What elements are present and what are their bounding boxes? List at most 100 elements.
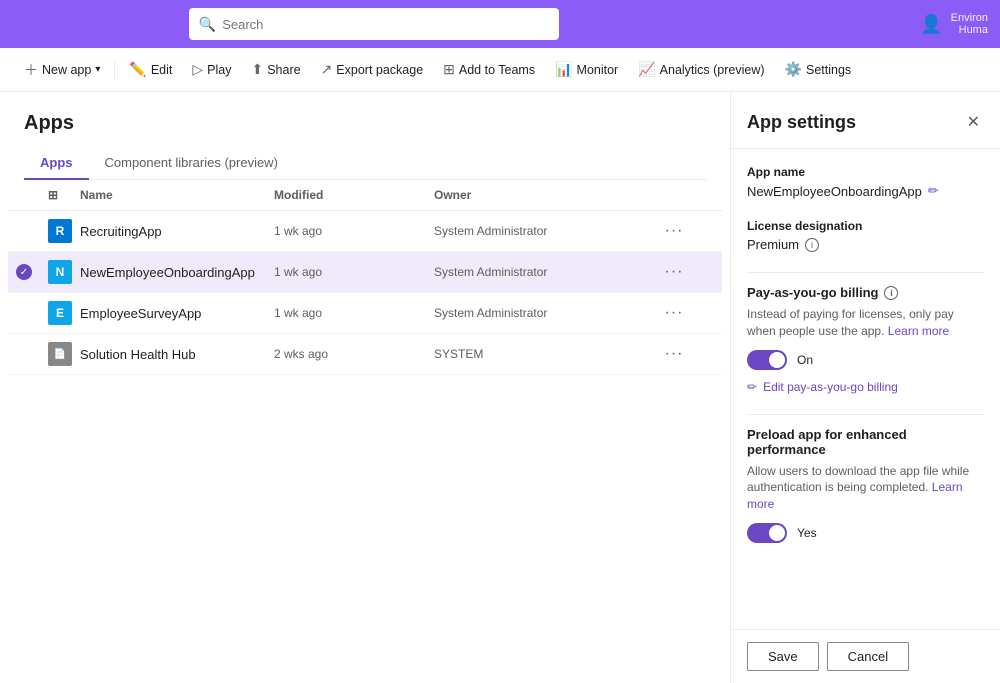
billing-toggle-row: On [747,350,984,370]
toolbar-divider-1 [114,60,115,80]
top-right-info: 👤 Environ Huma [920,12,988,36]
app-icon: 📄 [48,342,72,366]
app-owner: System Administrator [434,224,634,238]
edit-billing-row[interactable]: ✏ Edit pay-as-you-go billing [747,380,984,394]
monitor-button[interactable]: 📊 Monitor [547,57,626,82]
license-text: Premium [747,237,799,252]
edit-billing-icon: ✏ [747,380,757,394]
export-package-button[interactable]: ↗ Export package [313,57,432,82]
teams-icon: ⊞ [443,61,455,78]
col-icon: ⊞ [48,188,80,202]
col-owner: Owner [434,188,634,202]
preload-toggle-row: Yes [747,523,984,543]
search-input[interactable] [222,17,549,32]
new-app-button[interactable]: ＋ New app ▾ [16,56,108,84]
edit-button[interactable]: ✏️ Edit [121,57,180,82]
license-label: License designation [747,219,984,233]
settings-title: App settings [747,112,856,133]
billing-info-icon[interactable]: i [884,286,898,300]
search-icon: 🔍 [199,16,216,33]
apps-panel: Apps Apps Component libraries (preview) … [0,92,730,683]
settings-body: App name NewEmployeeOnboardingApp ✏ Lice… [731,149,1000,629]
top-bar: 🔍 👤 Environ Huma [0,0,1000,48]
settings-footer: Save Cancel [731,629,1000,683]
app-name-label: App name [747,165,984,179]
billing-header: Pay-as-you-go billing i [747,285,984,300]
share-icon: ⬆ [251,61,263,78]
monitor-icon: 📊 [555,61,572,78]
app-modified: 1 wk ago [274,306,434,320]
app-modified: 1 wk ago [274,265,434,279]
table-row[interactable]: 📄 Solution Health Hub 2 wks ago SYSTEM ·… [8,334,722,375]
billing-label: Pay-as-you-go billing [747,285,878,300]
play-icon: ▷ [192,61,203,78]
license-value: Premium i [747,237,984,252]
license-section: License designation Premium i [747,219,984,252]
license-info-icon[interactable]: i [805,238,819,252]
settings-button[interactable]: ⚙️ Settings [777,57,860,82]
app-icon: R [48,219,72,243]
app-name-section: App name NewEmployeeOnboardingApp ✏ [747,165,984,199]
save-button[interactable]: Save [747,642,819,671]
app-owner: SYSTEM [434,347,634,361]
more-options-button[interactable]: ··· [634,343,714,365]
app-name-text: NewEmployeeOnboardingApp [747,184,922,199]
tab-apps[interactable]: Apps [24,147,89,180]
app-name-value: NewEmployeeOnboardingApp ✏ [747,183,984,199]
cancel-button[interactable]: Cancel [827,642,909,671]
edit-icon: ✏️ [129,61,146,78]
app-modified: 2 wks ago [274,347,434,361]
preload-toggle[interactable] [747,523,787,543]
settings-panel: App settings ✕ App name NewEmployeeOnboa… [730,92,1000,683]
more-options-button[interactable]: ··· [634,261,714,283]
apps-table: ⊞ Name Modified Owner R RecruitingApp 1 … [0,180,730,375]
plus-icon: ＋ [24,60,38,80]
person-icon: 👤 [920,14,942,35]
table-row[interactable]: R RecruitingApp 1 wk ago System Administ… [8,211,722,252]
app-name: EmployeeSurveyApp [80,306,274,321]
apps-header: Apps Apps Component libraries (preview) [0,92,730,180]
main-area: Apps Apps Component libraries (preview) … [0,92,1000,683]
col-name: Name [80,188,274,202]
preload-toggle-label: Yes [797,526,817,540]
gear-icon: ⚙️ [785,61,802,78]
row-selected-check: ✓ [16,264,32,280]
edit-app-name-icon[interactable]: ✏ [928,183,939,199]
play-button[interactable]: ▷ Play [184,57,239,82]
app-owner: System Administrator [434,306,634,320]
add-to-teams-button[interactable]: ⊞ Add to Teams [435,57,543,82]
tab-component-libraries[interactable]: Component libraries (preview) [89,147,294,180]
more-options-button[interactable]: ··· [634,302,714,324]
app-modified: 1 wk ago [274,224,434,238]
billing-toggle[interactable] [747,350,787,370]
app-icon: E [48,301,72,325]
preload-section: Preload app for enhanced performance All… [747,427,984,543]
app-name: Solution Health Hub [80,347,274,362]
app-name: NewEmployeeOnboardingApp [80,265,274,280]
billing-desc: Instead of paying for licenses, only pay… [747,306,984,340]
close-settings-button[interactable]: ✕ [963,108,984,136]
tabs-bar: Apps Component libraries (preview) [24,147,706,180]
analytics-button[interactable]: 📈 Analytics (preview) [630,57,772,82]
page-title: Apps [24,112,706,135]
env-info: Environ Huma [951,12,988,36]
search-box[interactable]: 🔍 [189,8,559,40]
preload-desc: Allow users to download the app file whi… [747,463,984,513]
more-options-button[interactable]: ··· [634,220,714,242]
app-name: RecruitingApp [80,224,274,239]
app-icon: N [48,260,72,284]
table-header: ⊞ Name Modified Owner [8,180,722,211]
col-modified: Modified [274,188,434,202]
section-divider-2 [747,414,984,415]
chevron-down-icon: ▾ [95,64,100,75]
billing-toggle-label: On [797,353,813,367]
app-owner: System Administrator [434,265,634,279]
table-row[interactable]: E EmployeeSurveyApp 1 wk ago System Admi… [8,293,722,334]
toolbar: ＋ New app ▾ ✏️ Edit ▷ Play ⬆ Share ↗ Exp… [0,48,1000,92]
preload-title: Preload app for enhanced performance [747,427,984,457]
env-name: Environ [951,12,988,24]
settings-header: App settings ✕ [731,92,1000,149]
billing-learn-more-link[interactable]: Learn more [888,324,949,338]
table-row[interactable]: ✓ N NewEmployeeOnboardingApp 1 wk ago Sy… [8,252,722,293]
share-button[interactable]: ⬆ Share [243,57,308,82]
